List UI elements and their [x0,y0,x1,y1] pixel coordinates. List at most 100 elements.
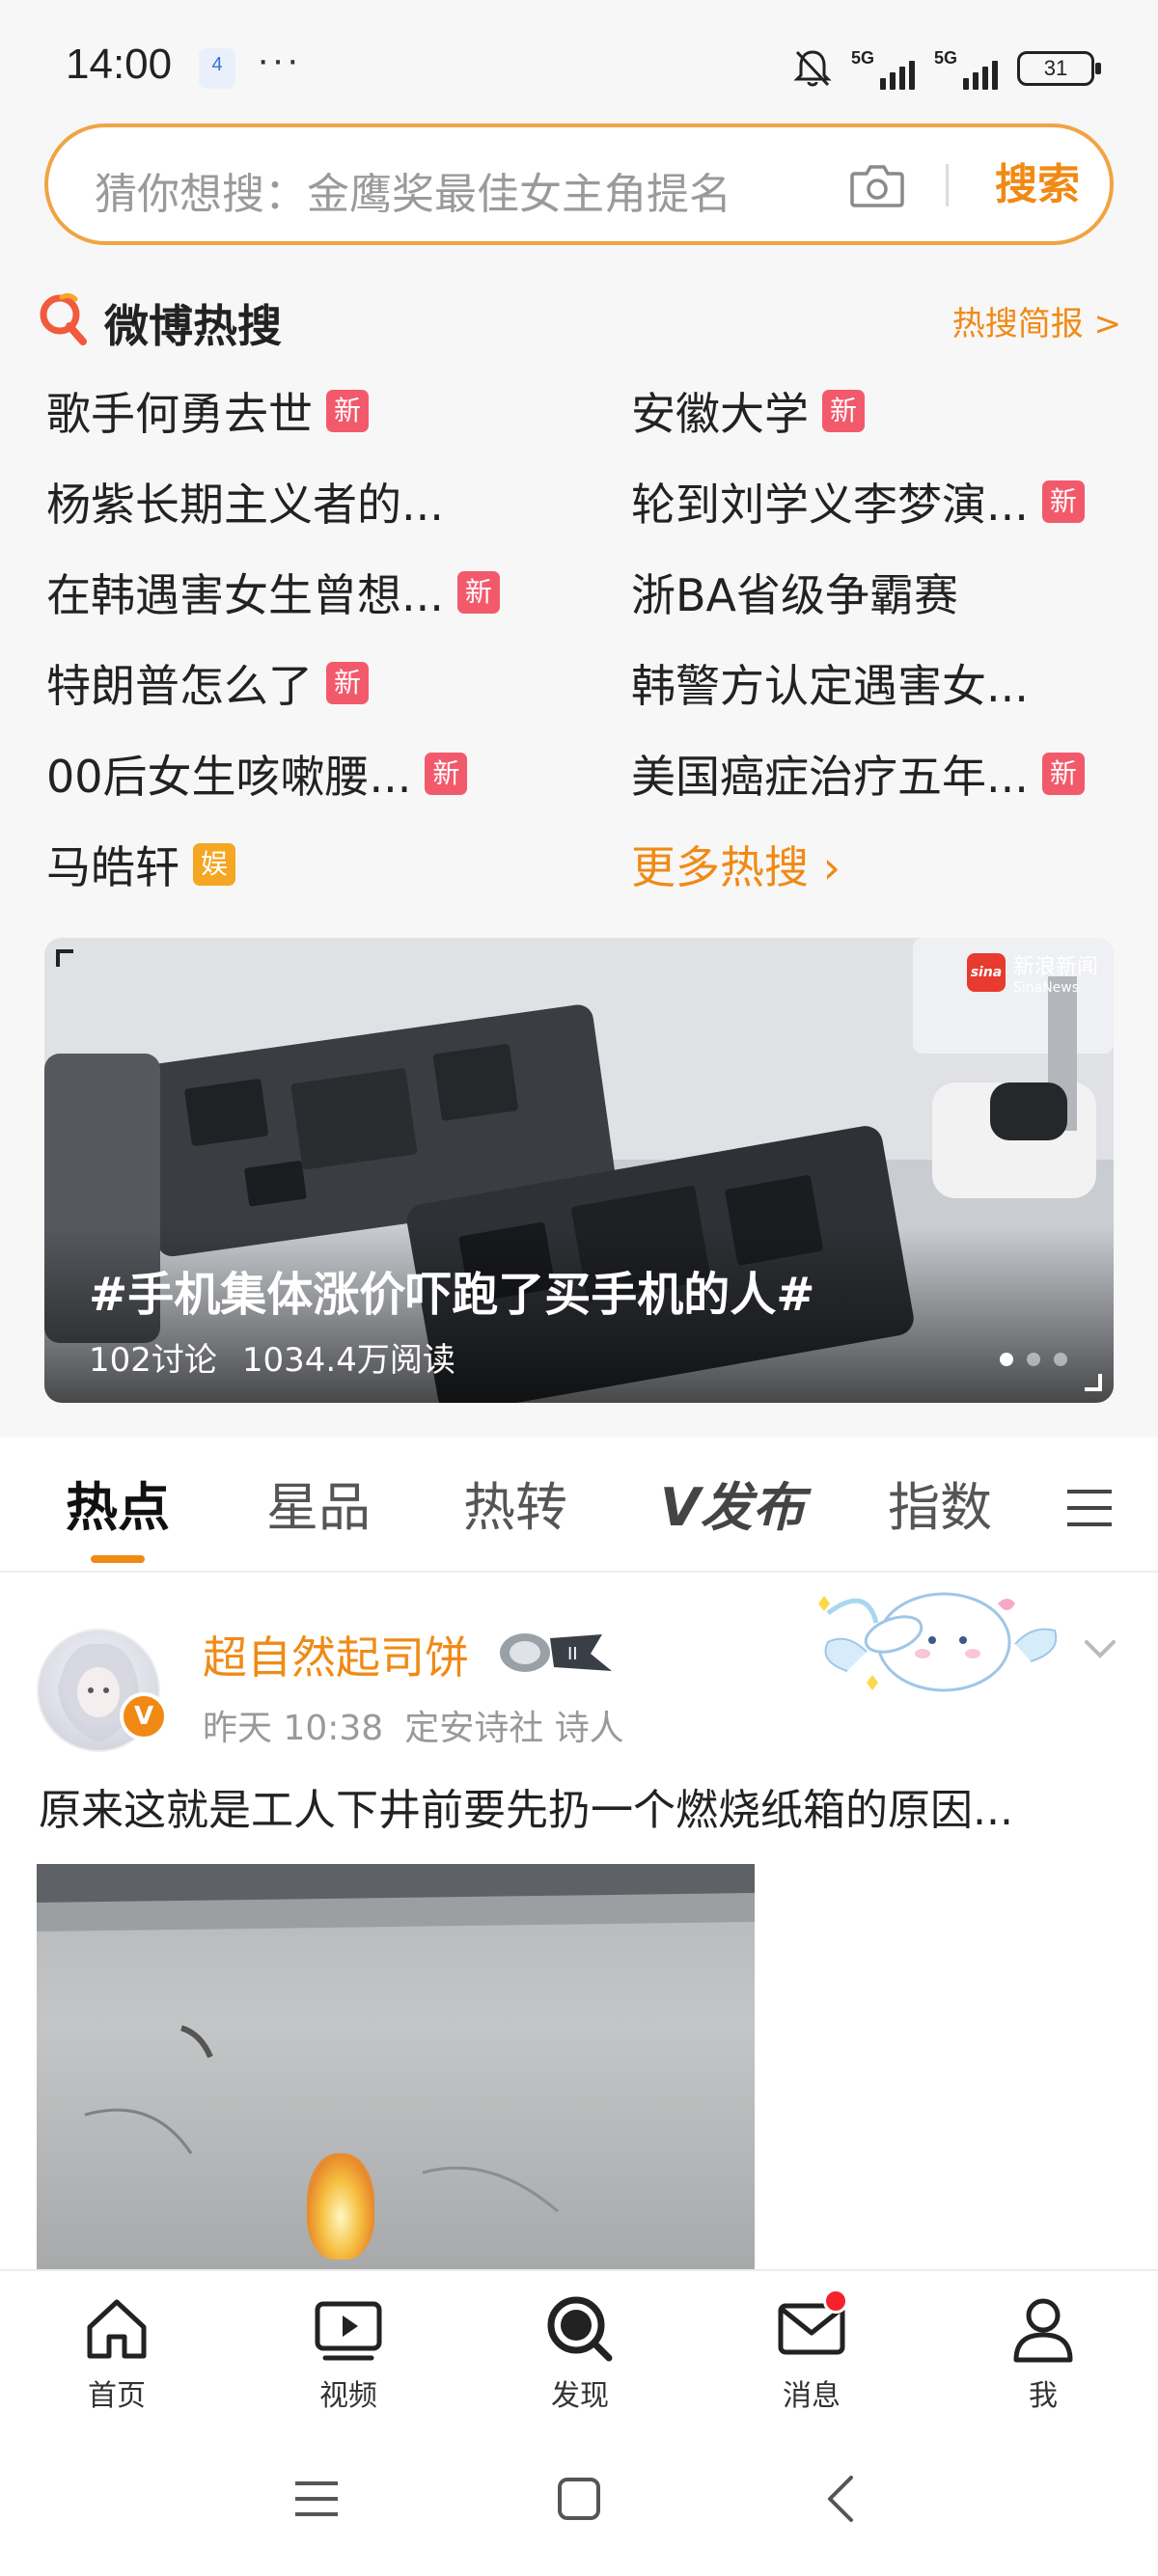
more-hot-search-link[interactable]: 更多热搜 › [631,826,841,903]
hot-item-text: 杨紫长期主义者的... [46,479,444,531]
hot-search-header: 微博热搜 热搜简报 > [37,286,1121,353]
mail-icon-wrapper [775,2288,848,2366]
member-medal-icon: II [500,1633,612,1672]
nav-profile-label: 我 [1029,2379,1058,2413]
hot-item-text: 在韩遇害女生曾想... [46,569,444,621]
entertainment-badge: 娱 [193,843,235,886]
tab-hot[interactable]: 热点 [66,1465,170,1541]
hot-item-text: 马皓轩 [46,841,179,893]
sina-logo-icon: sina [966,953,1006,992]
fire-flame [307,2153,374,2260]
status-bar: 14:00 4 ··· 5G 5G 31 [0,0,1158,116]
system-navigation-bar [0,2422,1158,2576]
network-signal-1-icon: 5G [851,48,915,90]
post-text[interactable]: 原来这就是工人下井前要先扔一个燃烧纸箱的原因... [39,1775,1129,1837]
sina-news-badge: sina 新浪新闻 SinaNews [966,949,1098,996]
feed-tabs: 热点 星品 热转 V发布 指数 [0,1438,1158,1573]
carousel-dot [1027,1353,1040,1366]
hot-report-link[interactable]: 热搜简报 > [952,297,1121,344]
video-icon [315,2301,382,2361]
new-badge: 新 [822,390,865,432]
status-time: 14:00 [66,41,173,88]
camera-icon[interactable] [849,162,905,208]
search-input[interactable]: 猜你想搜：金鹰奖最佳女主角提名 [95,159,838,221]
hot-item[interactable]: 浙BA省级争霸赛 [631,554,958,631]
nav-messages-label: 消息 [783,2379,841,2413]
hot-item-text: 安徽大学 [631,388,809,440]
svg-text:II: II [567,1644,578,1664]
status-indicators: 5G 5G 31 [793,44,1101,93]
hot-item[interactable]: 马皓轩 娱 [46,826,235,903]
read-count: 1034.4万阅读 [241,1341,455,1380]
back-icon[interactable] [813,2470,870,2528]
hot-item-text: 00后女生咳嗽腰... [46,751,412,803]
search-bar[interactable]: 猜你想搜：金鹰奖最佳女主角提名 搜索 [44,123,1114,245]
carousel-dot [1054,1353,1067,1366]
new-badge: 新 [1041,753,1085,795]
carousel-dot-active [1000,1353,1013,1366]
profile-icon [1013,2298,1073,2363]
hot-item[interactable]: 轮到刘学义李梦演... 新 [631,463,1085,540]
active-tab-indicator [91,1555,145,1563]
discussion-count: 102讨论 [89,1341,217,1380]
feed-post[interactable]: V 超自然起司饼 II 昨天 10:38 定安诗社 诗人 原来这就是工人下井前要… [0,1575,1158,2269]
sina-news-label: 新浪新闻 [1012,955,1098,979]
hot-item-text: 美国癌症治疗五年... [631,751,1029,803]
hot-item[interactable]: 韩警方认定遇害女... [631,644,1029,722]
post-image-content [37,1864,755,2213]
nav-messages[interactable]: 消息 [749,2288,874,2414]
nav-video-label: 视频 [319,2379,377,2413]
hot-item[interactable]: 在韩遇害女生曾想... 新 [46,554,500,631]
menu-icon[interactable] [1065,1488,1114,1528]
search-button[interactable]: 搜索 [960,152,1115,218]
battery-icon: 31 [1017,51,1101,86]
hot-item-text: 特朗普怎么了 [46,660,313,712]
tab-index[interactable]: 指数 [888,1465,992,1541]
home-button-icon[interactable] [550,2470,608,2528]
hot-item[interactable]: 杨紫长期主义者的... [46,463,444,540]
home-icon [87,2299,147,2359]
nav-profile[interactable]: 我 [980,2292,1106,2414]
hot-item[interactable]: 特朗普怎么了 新 [46,644,369,722]
hot-item[interactable]: 00后女生咳嗽腰... 新 [46,735,468,812]
discover-icon [547,2296,613,2362]
hot-item-text: 韩警方认定遇害女... [631,660,1029,712]
post-video-thumbnail[interactable] [37,1864,755,2269]
cinnamoroll-sticker-icon [818,1592,1058,1692]
hot-item-text: 轮到刘学义李梦演... [631,479,1029,531]
hot-item[interactable]: 美国癌症治疗五年... 新 [631,735,1085,812]
notification-badge-icon: 4 [199,48,235,89]
bottom-navigation: 首页 视频 发现 消息 我 [0,2269,1158,2422]
status-more: ··· [257,39,301,81]
hot-item[interactable]: 歌手何勇去世 新 [46,372,369,450]
hot-search-title: 微博热搜 [104,300,282,352]
unread-dot [823,2288,848,2314]
tab-star[interactable]: 星品 [266,1465,371,1541]
new-badge: 新 [456,571,500,614]
banner-title: #手机集体涨价吓跑了买手机的人# [89,1268,815,1322]
post-meta: 昨天 10:38 定安诗社 诗人 [203,1700,624,1750]
sina-news-sublabel: SinaNews [1012,980,1080,996]
nav-discover-label: 发现 [551,2379,609,2413]
recent-apps-icon[interactable] [288,2470,345,2528]
tab-trending-repost[interactable]: 热转 [463,1465,567,1541]
nav-home[interactable]: 首页 [54,2292,179,2414]
post-source: 定安诗社 诗人 [404,1709,624,1748]
new-badge: 新 [326,662,369,704]
hot-item-text: 歌手何勇去世 [46,388,313,440]
network-label-2: 5G [933,47,957,68]
network-signal-2-icon: 5G [934,48,998,90]
nav-home-label: 首页 [88,2379,146,2413]
new-badge: 新 [1041,480,1085,523]
tab-v-publish[interactable]: V发布 [660,1465,805,1541]
search-divider [946,164,949,206]
hot-item[interactable]: 安徽大学 新 [631,372,865,450]
nav-video[interactable]: 视频 [286,2292,411,2414]
post-author[interactable]: 超自然起司饼 [203,1623,469,1686]
topic-banner[interactable]: sina 新浪新闻 SinaNews #手机集体涨价吓跑了买手机的人# 102讨… [44,938,1114,1403]
weibo-page: 14:00 4 ··· 5G 5G 31 猜你想搜：金鹰奖最佳女主角提名 搜索 … [0,0,1158,2576]
post-time: 昨天 10:38 [203,1709,384,1748]
chevron-down-icon[interactable] [1081,1634,1119,1663]
nav-discover[interactable]: 发现 [517,2292,643,2414]
network-label-1: 5G [850,47,874,68]
